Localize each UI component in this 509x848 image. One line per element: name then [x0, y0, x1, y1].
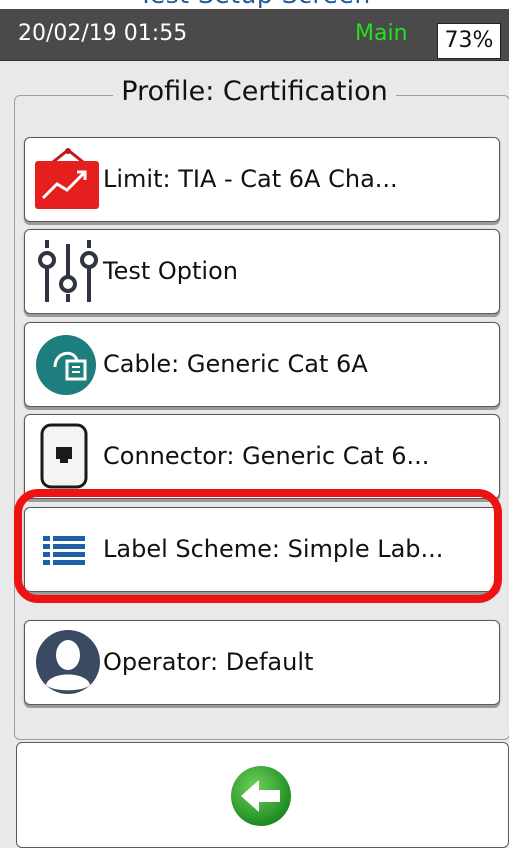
status-datetime: 20/02/19 01:55 [18, 21, 188, 46]
user-icon [35, 629, 101, 695]
operator-label: Operator: Default [103, 648, 314, 676]
window-title: Test Setup Screen [0, 0, 509, 9]
operator-button[interactable]: Operator: Default [24, 620, 500, 705]
test-option-button[interactable]: Test Option [24, 229, 500, 314]
status-bar: 20/02/19 01:55 Main 73% [0, 9, 509, 61]
limit-label: Limit: TIA - Cat 6A Cha... [103, 165, 398, 193]
connector-label: Connector: Generic Cat 6... [103, 442, 430, 470]
battery-level: 73% [437, 23, 501, 59]
status-mode: Main [355, 21, 408, 46]
connector-icon [35, 423, 101, 489]
profile-title: Profile: Certification [113, 76, 396, 107]
sliders-icon [35, 238, 101, 304]
limit-chart-icon [35, 146, 101, 212]
back-arrow-icon [231, 766, 291, 826]
cable-button[interactable]: Cable: Generic Cat 6A [24, 322, 500, 407]
cable-label: Cable: Generic Cat 6A [103, 350, 368, 378]
cable-icon [35, 331, 101, 397]
connector-button[interactable]: Connector: Generic Cat 6... [24, 414, 500, 499]
selection-highlight [14, 489, 502, 603]
test-option-label: Test Option [103, 257, 238, 285]
limit-button[interactable]: Limit: TIA - Cat 6A Cha... [24, 137, 500, 222]
back-button[interactable] [16, 742, 509, 848]
